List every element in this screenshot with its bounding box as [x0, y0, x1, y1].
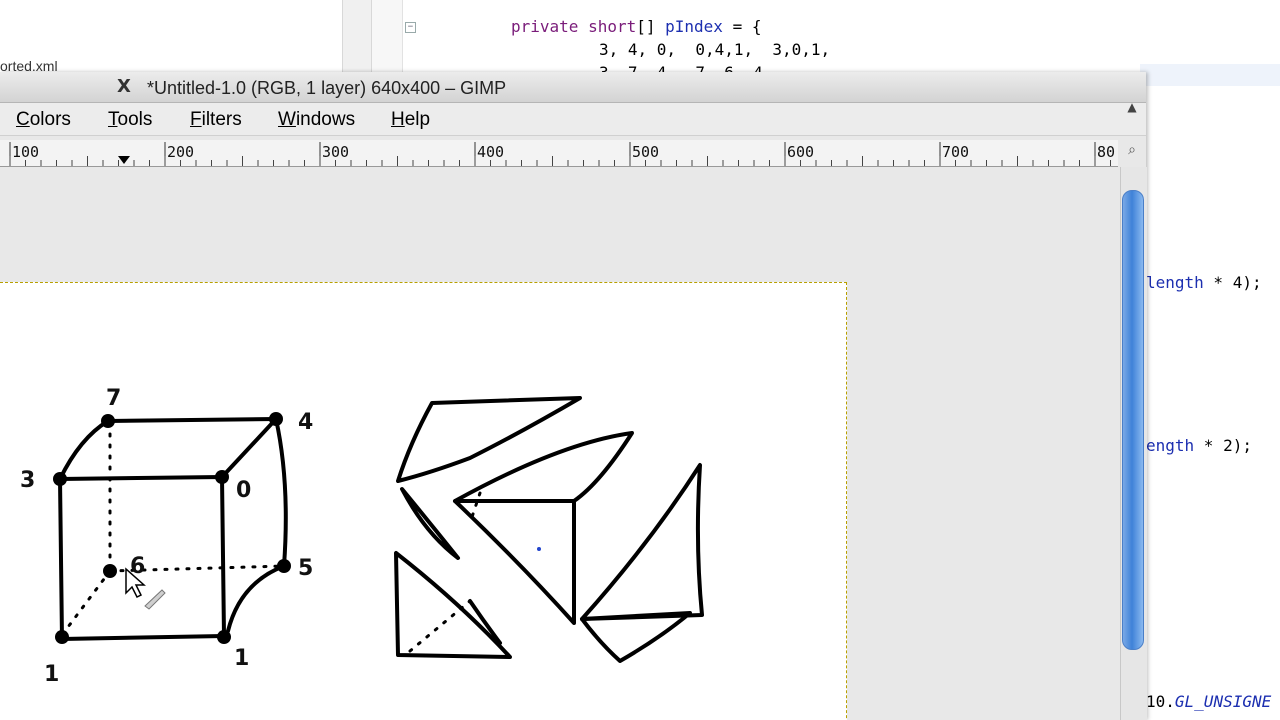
triangle-shape [400, 487, 460, 560]
menu-mnemonic: H [391, 109, 405, 130]
code-keyword: private short [511, 17, 637, 36]
ruler-label: 200 [167, 143, 194, 161]
fold-collapse-icon[interactable]: − [405, 22, 416, 33]
cube-top-right-edge [220, 417, 278, 479]
editor-gutter [342, 0, 372, 80]
vertex-point [53, 472, 67, 486]
ruler-label: 500 [632, 143, 659, 161]
code-text: = { [722, 17, 762, 36]
dotted-edge [408, 599, 472, 653]
image-canvas[interactable]: 7 4 3 0 6 5 1 1 [0, 282, 847, 720]
paintbrush-icon [144, 589, 166, 610]
cube-right-edge [226, 417, 288, 633]
menu-label: olors [29, 109, 71, 130]
vertex-point [103, 564, 117, 578]
ruler-label: 100 [12, 143, 39, 161]
code-line[interactable]: length * 4); [1146, 273, 1262, 292]
ruler-label: 400 [477, 143, 504, 161]
zoom-magnifier-icon[interactable]: ⌕ [1124, 142, 1140, 162]
current-line-highlight [1140, 64, 1280, 86]
ruler-pointer-icon [118, 156, 130, 164]
ruler-label: 700 [942, 143, 969, 161]
vertex-label: 7 [106, 386, 121, 411]
code-variable: pIndex [665, 17, 723, 36]
menu-label: ools [117, 109, 153, 130]
menu-label: elp [404, 109, 431, 130]
vertex-point [269, 412, 283, 426]
triangle-shape [394, 551, 512, 659]
code-text: * 2); [1194, 436, 1252, 455]
menu-colors[interactable]: Colors [16, 109, 71, 131]
window-title: *Untitled-1.0 (RGB, 1 layer) 640x400 – G… [147, 78, 507, 98]
code-text: 10. [1146, 692, 1175, 711]
triangle-shape [396, 396, 582, 483]
vertex-label: 1 [44, 662, 59, 687]
vertex-label: 3 [20, 468, 35, 493]
horizontal-ruler[interactable]: 100 200 300 400 500 600 700 80 [0, 140, 1118, 167]
code-constant: GL_UNSIGNE [1174, 692, 1272, 711]
canvas-area[interactable]: 7 4 3 0 6 5 1 1 [0, 167, 1118, 720]
editor-line-gutter [372, 0, 403, 80]
vertex-label: 5 [298, 556, 313, 581]
triangle-shape [580, 463, 704, 621]
menu-label: indows [295, 109, 356, 130]
ruler-label: 600 [787, 143, 814, 161]
window-titlebar[interactable]: X *Untitled-1.0 (RGB, 1 layer) 640x400 –… [0, 72, 1146, 103]
ruler-label: 300 [322, 143, 349, 161]
vertex-point [277, 559, 291, 573]
x11-icon: X [117, 76, 131, 97]
hand-drawing: 7 4 3 0 6 5 1 1 [20, 386, 704, 687]
ruler-ticks: 100 200 300 400 500 600 700 80 [9, 142, 1115, 166]
code-line[interactable]: private short[] pIndex = { [511, 17, 761, 36]
code-line[interactable]: 10.GL_UNSIGNE [1146, 692, 1271, 711]
triangle-shape [453, 431, 634, 503]
menu-mnemonic: W [278, 109, 296, 130]
code-line[interactable]: 3, 4, 0, 0,4,1, 3,0,1, [599, 40, 830, 59]
menu-label: ilters [201, 109, 242, 130]
vertex-label: 4 [298, 410, 313, 435]
menu-help[interactable]: Help [391, 109, 430, 131]
vertex-label: 1 [234, 646, 249, 671]
vertex-point [215, 470, 229, 484]
vertex-point [101, 414, 115, 428]
vertex-label: 0 [236, 478, 251, 503]
gimp-window: X *Untitled-1.0 (RGB, 1 layer) 640x400 –… [0, 72, 1147, 720]
vertex-point [217, 630, 231, 644]
code-text: * 4); [1203, 273, 1262, 292]
code-text: [] [636, 17, 666, 36]
code-line[interactable]: ength * 2); [1146, 436, 1252, 455]
menu-windows[interactable]: Windows [278, 109, 355, 131]
ruler-label: 80 [1097, 143, 1115, 161]
menu-bar: Colors Tools Filters Windows Help [0, 103, 1146, 136]
cube-top-edge [58, 417, 278, 481]
scrollbar-thumb[interactable] [1122, 190, 1144, 650]
code-field: ength [1146, 436, 1195, 455]
code-field: length [1146, 273, 1204, 292]
menu-mnemonic: C [16, 109, 30, 130]
image-dot [537, 547, 541, 551]
menu-mnemonic: T [108, 109, 118, 130]
menu-mnemonic: F [190, 109, 202, 130]
menu-filters[interactable]: Filters [190, 109, 242, 131]
scroll-up-arrow-icon[interactable]: ▲ [1124, 100, 1140, 116]
menu-tools[interactable]: Tools [108, 109, 152, 131]
cube-hidden-edge [60, 569, 112, 637]
vertex-point [55, 630, 69, 644]
